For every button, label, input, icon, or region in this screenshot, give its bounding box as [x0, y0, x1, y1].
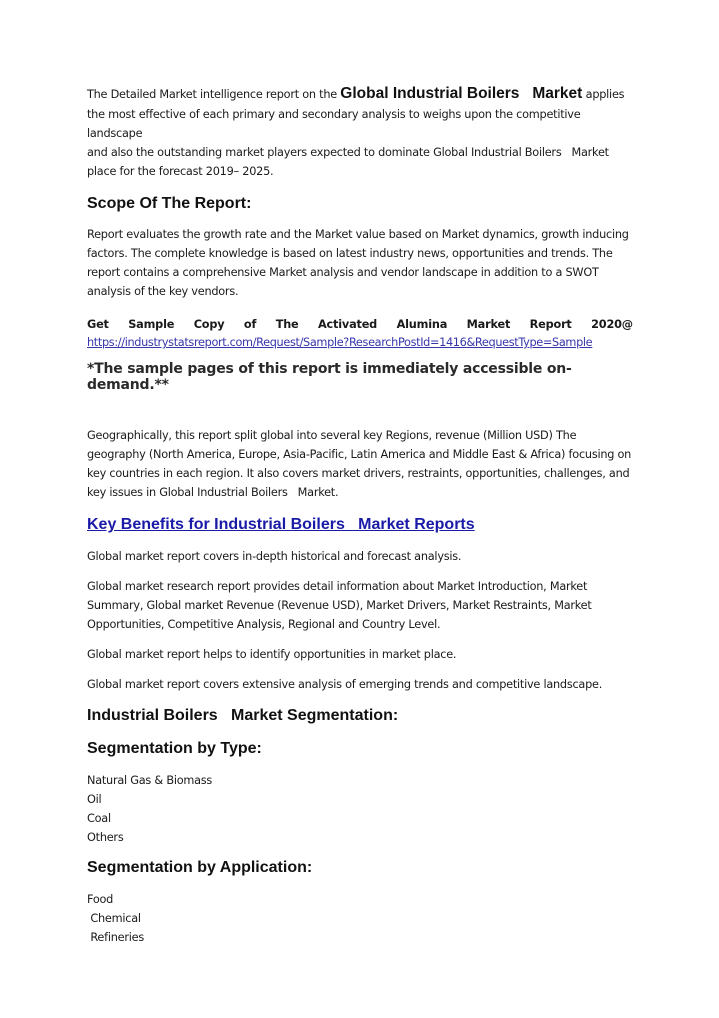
benefit-paragraph: Global market report covers in-depth his…: [87, 550, 462, 563]
type-list-item: Coal: [87, 812, 111, 825]
application-list-item: Food: [87, 893, 114, 906]
get-sample-word: Report: [529, 318, 572, 331]
get-sample-word: Sample: [128, 318, 175, 331]
benefit-line: Summary, Global market Revenue (Revenue …: [87, 599, 592, 612]
geography-line: Geographically, this report split global…: [87, 429, 577, 442]
intro-line: place for the forecast 2019– 2025.: [87, 165, 274, 178]
benefit-paragraph: Global market report helps to identify o…: [87, 648, 457, 661]
get-sample-word: Copy: [193, 318, 225, 331]
get-sample-word: Activated: [318, 318, 378, 331]
segmentation-heading: Industrial Boilers Market Segmentation:: [87, 707, 399, 724]
application-list: Food Chemical Refineries: [87, 890, 633, 947]
segmentation-by-application-heading: Segmentation by Application:: [87, 859, 313, 876]
intro-line: and also the outstanding market players …: [87, 146, 609, 159]
geography-paragraph: Geographically, this report split global…: [87, 426, 633, 502]
intro-line-1: The Detailed Market intelligence report …: [87, 84, 633, 105]
scope-paragraph: Report evaluates the growth rate and the…: [87, 225, 633, 301]
scope-heading: Scope Of The Report:: [87, 195, 252, 212]
get-sample-block: Get Sample Copy of The Activated Alumina…: [87, 318, 633, 393]
benefit-line: Global market research report provides d…: [87, 580, 588, 593]
key-benefits-heading-link[interactable]: Key Benefits for Industrial Boilers Mark…: [87, 516, 633, 534]
segmentation-by-type-heading: Segmentation by Type:: [87, 740, 262, 757]
benefit-paragraph: Global market research report provides d…: [87, 577, 633, 634]
get-sample-word: The: [275, 318, 299, 331]
type-list-item: Others: [87, 831, 124, 844]
document-page: The Detailed Market intelligence report …: [87, 84, 633, 947]
get-sample-word: 2020@: [591, 318, 633, 331]
scope-line: analysis of the key vendors.: [87, 285, 239, 298]
get-sample-word: Market: [466, 318, 511, 331]
get-sample-word: of: [243, 318, 257, 331]
type-list: Natural Gas & Biomass Oil Coal Others: [87, 771, 633, 847]
geography-line: key issues in Global Industrial Boilers …: [87, 486, 339, 499]
sample-availability-note: *The sample pages of this report is imme…: [87, 361, 572, 393]
sample-request-link[interactable]: https://industrystatsreport.com/Request/…: [87, 336, 633, 349]
benefit-paragraph: Global market report covers extensive an…: [87, 678, 603, 691]
type-list-item: Oil: [87, 793, 102, 806]
application-list-item: Chemical: [87, 912, 141, 925]
intro-suffix: applies: [582, 88, 625, 101]
application-list-item: Refineries: [87, 931, 144, 944]
get-sample-word: Get: [87, 318, 109, 331]
geography-line: key countries in each region. It also co…: [87, 467, 630, 480]
intro-line: the most effective of each primary and s…: [87, 108, 581, 140]
geography-line: geography (North America, Europe, Asia-P…: [87, 448, 632, 461]
scope-line: factors. The complete knowledge is based…: [87, 247, 613, 260]
scope-line: Report evaluates the growth rate and the…: [87, 228, 629, 241]
benefit-line: Opportunities, Competitive Analysis, Reg…: [87, 618, 441, 631]
get-sample-line: Get Sample Copy of The Activated Alumina…: [87, 318, 633, 331]
intro-highlight-title: Global Industrial Boilers Market: [340, 85, 583, 102]
intro-paragraph: The Detailed Market intelligence report …: [87, 84, 633, 181]
type-list-item: Natural Gas & Biomass: [87, 774, 213, 787]
intro-prefix: The Detailed Market intelligence report …: [87, 88, 341, 101]
scope-line: report contains a comprehensive Market a…: [87, 266, 599, 279]
get-sample-word: Alumina: [396, 318, 448, 331]
